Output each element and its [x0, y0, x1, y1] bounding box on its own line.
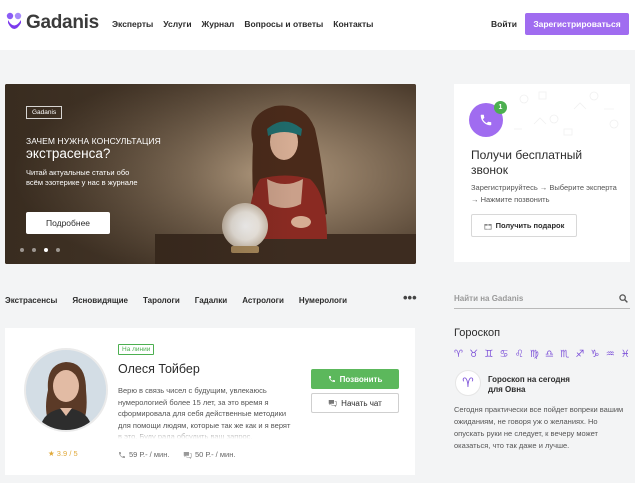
gift-icon — [483, 223, 492, 230]
tab-astrologers[interactable]: Астрологи — [242, 296, 284, 305]
zodiac-sagittarius-icon[interactable]: ♐ — [575, 349, 584, 360]
horoscope-text: Сегодня практически все пойдет вопреки в… — [454, 405, 624, 450]
carousel-dots — [20, 248, 60, 252]
expert-name[interactable]: Олеся Тойбер — [118, 362, 200, 376]
start-chat-button[interactable]: Начать чат — [311, 393, 399, 413]
banner-title: экстрасенса? — [26, 146, 111, 161]
zodiac-libra-icon[interactable]: ♎ — [545, 349, 554, 360]
zodiac-taurus-icon[interactable]: ♉ — [469, 349, 478, 360]
hero-banner[interactable]: Gadanis ЗАЧЕМ НУЖНА КОНСУЛЬТАЦИЯ экстрас… — [5, 84, 416, 264]
expert-card[interactable]: ★ 3.9 / 5 На линии Олеся Тойбер Верю в с… — [5, 328, 415, 475]
zodiac-sign-list: ♈ ♉ ♊ ♋ ♌ ♍ ♎ ♏ ♐ ♑ ♒ ♓ — [454, 349, 630, 360]
zodiac-scorpio-icon[interactable]: ♏ — [560, 349, 569, 360]
call-price: 59 Р.- / мин. — [118, 450, 169, 459]
call-button-label: Позвонить — [339, 374, 383, 384]
carousel-dot[interactable] — [20, 248, 24, 252]
login-link[interactable]: Войти — [491, 19, 517, 29]
banner-description: Читай актуальные статьи обо всём эзотери… — [26, 168, 138, 187]
horoscope-title: Гороскоп — [454, 327, 501, 339]
tab-psychics[interactable]: Экстрасенсы — [5, 296, 57, 305]
chat-price-icon — [183, 451, 192, 459]
nav-services[interactable]: Услуги — [163, 19, 191, 29]
more-categories-button[interactable]: ••• — [403, 290, 417, 305]
nav-qa[interactable]: Вопросы и ответы — [244, 19, 323, 29]
notification-badge: 1 — [494, 101, 507, 114]
carousel-dot-active[interactable] — [44, 248, 48, 252]
expert-rating: ★ 3.9 / 5 — [48, 449, 78, 458]
nav-journal[interactable]: Журнал — [202, 19, 235, 29]
call-button[interactable]: Позвонить — [311, 369, 399, 389]
zodiac-leo-icon[interactable]: ♌ — [515, 349, 524, 360]
get-gift-label: Получить подарок — [495, 221, 565, 230]
aries-sign-icon: ♈ — [455, 370, 481, 396]
promo-title: Получи бесплатный звонок — [471, 148, 583, 177]
phone-price-icon — [119, 451, 125, 458]
phone-icon — [480, 114, 492, 126]
category-tabs: Экстрасенсы Ясновидящие Тарологи Гадалки… — [5, 296, 347, 305]
banner-tag: Gadanis — [26, 106, 63, 119]
horoscope-heading-line1: Гороскоп на сегодня — [488, 375, 570, 384]
chat-icon — [328, 400, 337, 407]
call-price-label: 59 Р.- / мин. — [129, 450, 170, 459]
promo-steps: Зарегистрируйтесь → Выберите эксперта → … — [471, 183, 617, 204]
carousel-dot[interactable] — [32, 248, 36, 252]
carousel-dot[interactable] — [56, 248, 60, 252]
chat-price-label: 50 Р.- / мин. — [195, 450, 236, 459]
site-search — [454, 291, 630, 309]
zodiac-capricorn-icon[interactable]: ♑ — [591, 349, 600, 360]
expert-avatar[interactable] — [24, 348, 108, 432]
banner-more-button[interactable]: Подробнее — [26, 212, 110, 234]
zodiac-cancer-icon[interactable]: ♋ — [500, 349, 509, 360]
zodiac-gemini-icon[interactable]: ♊ — [484, 349, 493, 360]
nav-experts[interactable]: Эксперты — [112, 19, 153, 29]
site-header: Gadanis Эксперты Услуги Журнал Вопросы и… — [0, 0, 635, 50]
main-nav: Эксперты Услуги Журнал Вопросы и ответы … — [112, 19, 373, 29]
tab-numerologists[interactable]: Нумерологи — [299, 296, 347, 305]
online-status-badge: На линии — [118, 344, 155, 355]
get-gift-button[interactable]: Получить подарок — [471, 214, 577, 237]
expert-photo — [26, 350, 106, 430]
tab-clairvoyants[interactable]: Ясновидящие — [72, 296, 128, 305]
nav-contacts[interactable]: Контакты — [333, 19, 373, 29]
search-icon[interactable] — [619, 294, 628, 303]
zodiac-aquarius-icon[interactable]: ♒ — [606, 349, 615, 360]
zodiac-aries-icon[interactable]: ♈ — [454, 349, 463, 360]
start-chat-label: Начать чат — [341, 398, 382, 408]
tab-tarot-readers[interactable]: Тарологи — [143, 296, 180, 305]
tab-fortune-tellers[interactable]: Гадалки — [195, 296, 227, 305]
horoscope-heading[interactable]: Гороскоп на сегодня для Овна — [488, 375, 570, 395]
free-call-promo: 1 Получи бесплатный звонок Зарегистрируй… — [454, 84, 630, 262]
horoscope-heading-line2: для Овна — [488, 385, 526, 394]
zodiac-pisces-icon[interactable]: ♓ — [621, 349, 630, 360]
chat-price: 50 Р.- / мин. — [183, 450, 235, 459]
register-button[interactable]: Зарегистрироваться — [525, 13, 629, 35]
logo-text: Gadanis — [26, 12, 99, 33]
logo[interactable]: Gadanis — [6, 11, 99, 35]
logo-mark-icon — [6, 12, 22, 29]
banner-kicker: ЗАЧЕМ НУЖНА КОНСУЛЬТАЦИЯ — [26, 136, 161, 146]
expert-description: Верю в связь чисел с будущим, увлекаюсь … — [118, 385, 293, 439]
zodiac-virgo-icon[interactable]: ♍ — [530, 349, 539, 360]
phone-icon — [328, 376, 335, 382]
search-input[interactable] — [454, 294, 604, 303]
